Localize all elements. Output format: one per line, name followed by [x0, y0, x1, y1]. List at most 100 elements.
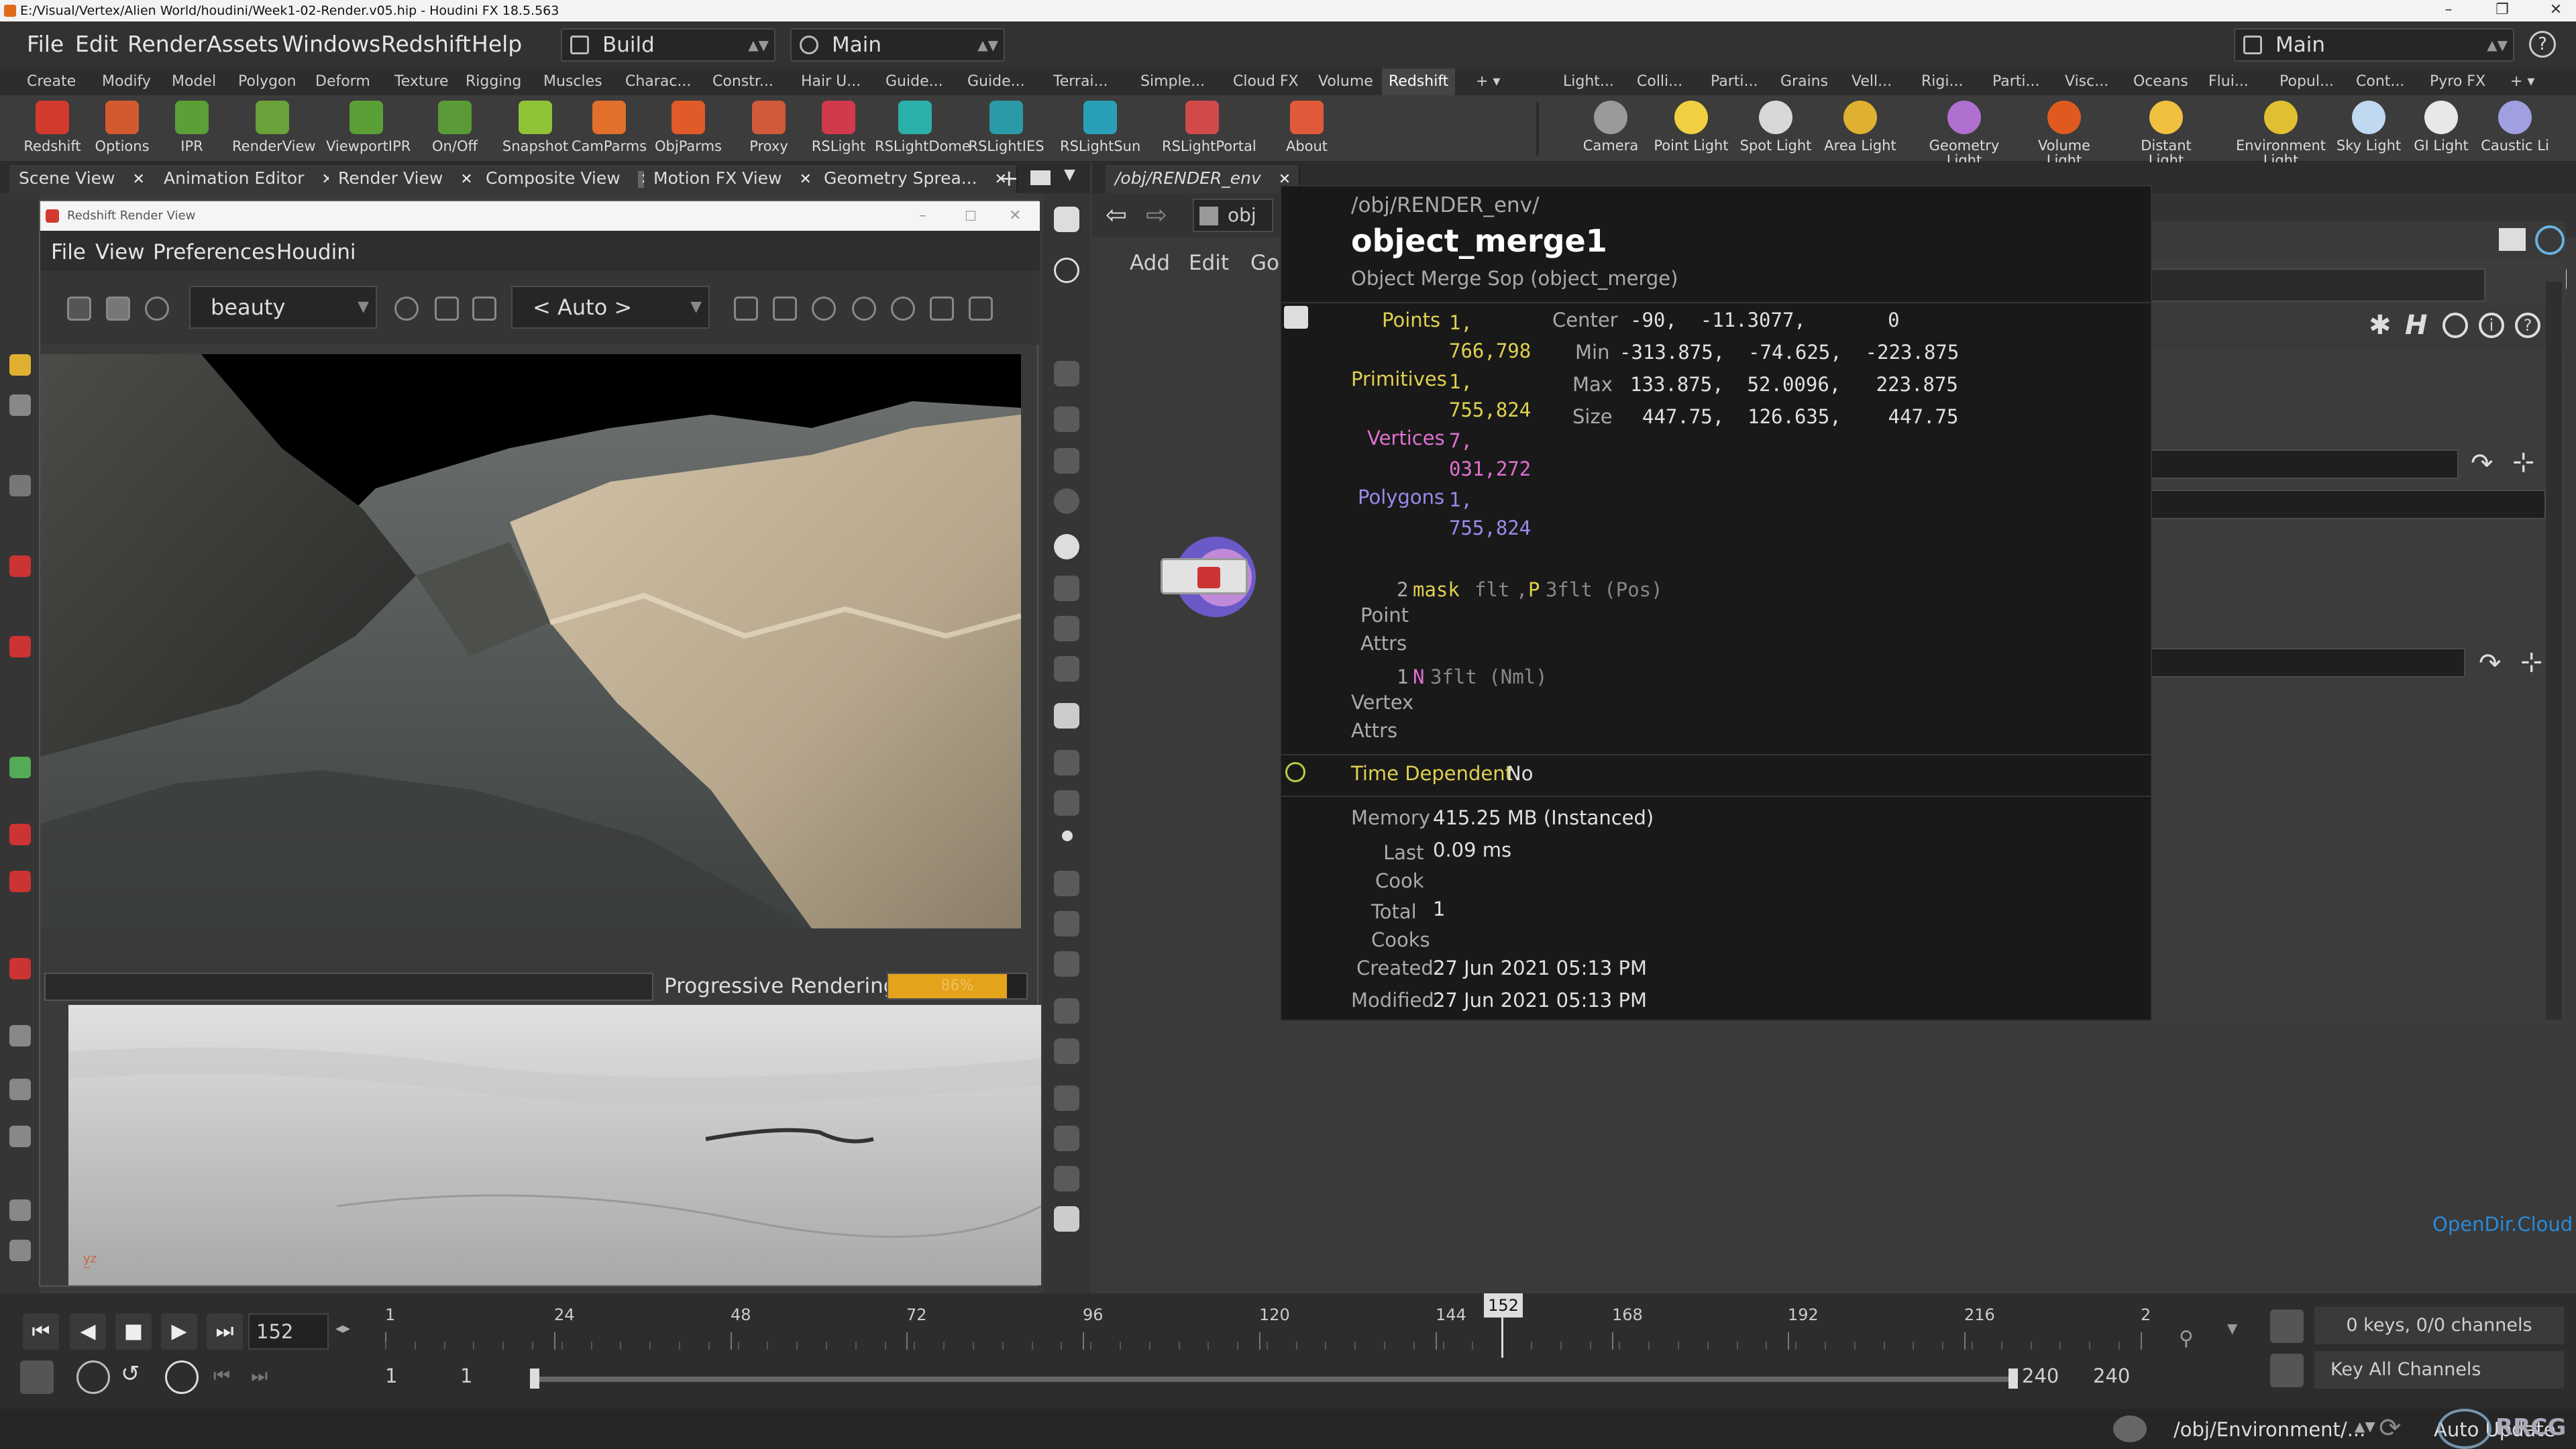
magnet4-icon[interactable]	[9, 958, 31, 979]
minimize-icon[interactable]: –	[2428, 0, 2469, 21]
shelf-tool-options[interactable]: Options	[82, 98, 162, 154]
add-shelf-right-icon[interactable]: + ▾	[2504, 68, 2541, 95]
shelf-tool-rslightsun[interactable]: RSLightSun	[1060, 98, 1140, 154]
add-tab-icon[interactable]: +	[1000, 165, 1019, 192]
pane-menu-icon[interactable]: ▼	[1064, 166, 1075, 183]
menu-edit[interactable]: Edit	[75, 31, 118, 57]
info-icon[interactable]: i	[2479, 313, 2504, 338]
tab-motion-fx-view[interactable]: Motion FX View ✕	[644, 165, 822, 193]
link-icon[interactable]	[2535, 225, 2565, 255]
rv-menu-view[interactable]: View	[95, 240, 145, 264]
help-icon[interactable]	[1054, 258, 1079, 283]
param-field-3[interactable]	[2150, 490, 2546, 519]
menu-file[interactable]: File	[27, 31, 64, 57]
shelf-tab-oceans[interactable]: Oceans	[2127, 68, 2195, 95]
shelf-tab-visc-[interactable]: Visc...	[2058, 68, 2115, 95]
desktop-main-select[interactable]: Main ▲▼	[790, 28, 1005, 62]
shelf-tab-texture[interactable]: Texture	[388, 68, 455, 95]
snapshot-icon[interactable]	[1054, 207, 1079, 232]
range-end-field[interactable]: 240	[2022, 1364, 2059, 1387]
refresh-icon[interactable]: ⟳	[2379, 1413, 2402, 1444]
grid-icon[interactable]	[435, 297, 459, 321]
shelf-tab-polygon[interactable]: Polygon	[231, 68, 303, 95]
desktop-build-select[interactable]: Build ▲▼	[561, 28, 775, 62]
range-slider[interactable]	[533, 1377, 2015, 1382]
close-tab-icon[interactable]: ✕	[133, 171, 145, 188]
prev-key-icon[interactable]: ⏮	[213, 1364, 230, 1387]
shelf-tool-proxy[interactable]: Proxy	[729, 98, 809, 154]
shelf-tool-geometry-light[interactable]: Geometry Light	[1917, 98, 2011, 168]
hand-icon[interactable]	[1054, 998, 1079, 1024]
shelf-tool-caustic-li[interactable]: Caustic Li	[2475, 98, 2555, 153]
audio-icon[interactable]	[76, 1360, 110, 1394]
param-field-1[interactable]	[2150, 268, 2485, 302]
shelf-tool-objparms[interactable]: ObjParms	[648, 98, 729, 154]
brush-icon[interactable]	[1054, 871, 1079, 896]
next-key-icon[interactable]: ⏭	[251, 1364, 268, 1387]
desktop-main-right-select[interactable]: Main ▲▼	[2234, 28, 2514, 62]
shelf-tool-environment-light[interactable]: Environment Light	[2234, 98, 2328, 168]
key-icon[interactable]: ⚲	[2179, 1327, 2206, 1354]
tab-render-view[interactable]: Render View ✕	[329, 165, 484, 193]
shelf-tool-area-light[interactable]: Area Light	[1821, 98, 1900, 153]
pen-icon[interactable]	[1054, 911, 1079, 936]
shelf-tab-volume[interactable]: Volume	[1311, 68, 1380, 95]
shelf-tab-charac-[interactable]: Charac...	[619, 68, 698, 95]
shelf-tab-redshift[interactable]: Redshift	[1382, 68, 1456, 95]
net-menu-edit[interactable]: Edit	[1189, 251, 1229, 275]
timer-icon[interactable]	[165, 1360, 199, 1394]
aov-select[interactable]: beauty ▼	[189, 286, 377, 329]
magnet3-icon[interactable]	[9, 871, 31, 892]
shelf-tab-vell-[interactable]: Vell...	[1845, 68, 1898, 95]
transform-icon[interactable]	[1054, 1166, 1079, 1191]
shelf-tool-gi-light[interactable]: GI Light	[2402, 98, 2481, 153]
camera-select[interactable]: < Auto > ▼	[511, 286, 710, 329]
stop-icon[interactable]: ■	[115, 1313, 152, 1350]
pick-op-icon[interactable]: ⊹	[2512, 447, 2535, 478]
pin-icon[interactable]	[2499, 228, 2526, 251]
shelf-tab-model[interactable]: Model	[165, 68, 223, 95]
circle-icon[interactable]	[852, 297, 876, 321]
shelf-tool-camparms[interactable]: CamParms	[569, 98, 649, 154]
scene-viewport[interactable]: y̲z	[68, 1005, 1041, 1285]
restore-icon[interactable]: ❐	[2482, 0, 2522, 21]
light-bulb2-icon[interactable]	[1054, 616, 1079, 641]
key-all-channels-button[interactable]: Key All Channels	[2314, 1351, 2564, 1389]
focus-icon[interactable]	[930, 297, 954, 321]
shelf-tool-on-off[interactable]: On/Off	[415, 98, 495, 154]
range-slider-handle-start[interactable]	[530, 1368, 539, 1389]
light-tool-icon[interactable]	[9, 1079, 31, 1100]
rgb-channel-icon[interactable]	[394, 297, 419, 321]
help-icon[interactable]: ?	[2515, 313, 2540, 338]
status-arrows-icon[interactable]: ▲▼	[2355, 1418, 2375, 1434]
minimize-icon[interactable]: –	[919, 201, 926, 231]
tab-composite-view[interactable]: Composite View✕	[476, 165, 667, 193]
jump-end-icon[interactable]: ⏭	[207, 1313, 243, 1350]
net-menu-go[interactable]: Go	[1250, 251, 1279, 275]
head-light-icon[interactable]	[1054, 656, 1079, 682]
shelf-tab-hair-u-[interactable]: Hair U...	[794, 68, 867, 95]
rv-menu-preferences[interactable]: Preferences	[153, 240, 275, 264]
layers-icon[interactable]	[9, 1199, 31, 1221]
stop-icon[interactable]	[106, 297, 130, 321]
shelf-tab-create[interactable]: Create	[20, 68, 83, 95]
sync-icon[interactable]	[2270, 1309, 2304, 1343]
texture-icon[interactable]	[1054, 703, 1079, 729]
shelf-tool-point-light[interactable]: Point Light	[1652, 98, 1731, 153]
add-shelf-icon[interactable]: + ▾	[1469, 68, 1507, 95]
display-options-icon[interactable]	[1054, 361, 1079, 386]
net-menu-add[interactable]: Add	[1130, 251, 1170, 275]
houdini-help-icon[interactable]: H	[2405, 310, 2427, 341]
shelf-tool-spot-light[interactable]: Spot Light	[1736, 98, 1815, 153]
move-tool-icon[interactable]	[9, 394, 31, 416]
shelf-tool-rslight[interactable]: RSLight	[798, 98, 879, 154]
shelf-tool-renderview[interactable]: RenderView	[232, 98, 316, 154]
current-frame-field[interactable]: 152	[248, 1313, 329, 1350]
gear-icon[interactable]: ✱	[2369, 310, 2392, 341]
range-slider-handle-end[interactable]	[2008, 1368, 2018, 1389]
lock-camera-icon[interactable]	[1054, 448, 1079, 474]
lock-icon[interactable]	[734, 297, 758, 321]
rv-menu-file[interactable]: File	[51, 240, 86, 264]
shelf-tab-simple-[interactable]: Simple...	[1134, 68, 1212, 95]
shelf-tab-flui-[interactable]: Flui...	[2202, 68, 2255, 95]
